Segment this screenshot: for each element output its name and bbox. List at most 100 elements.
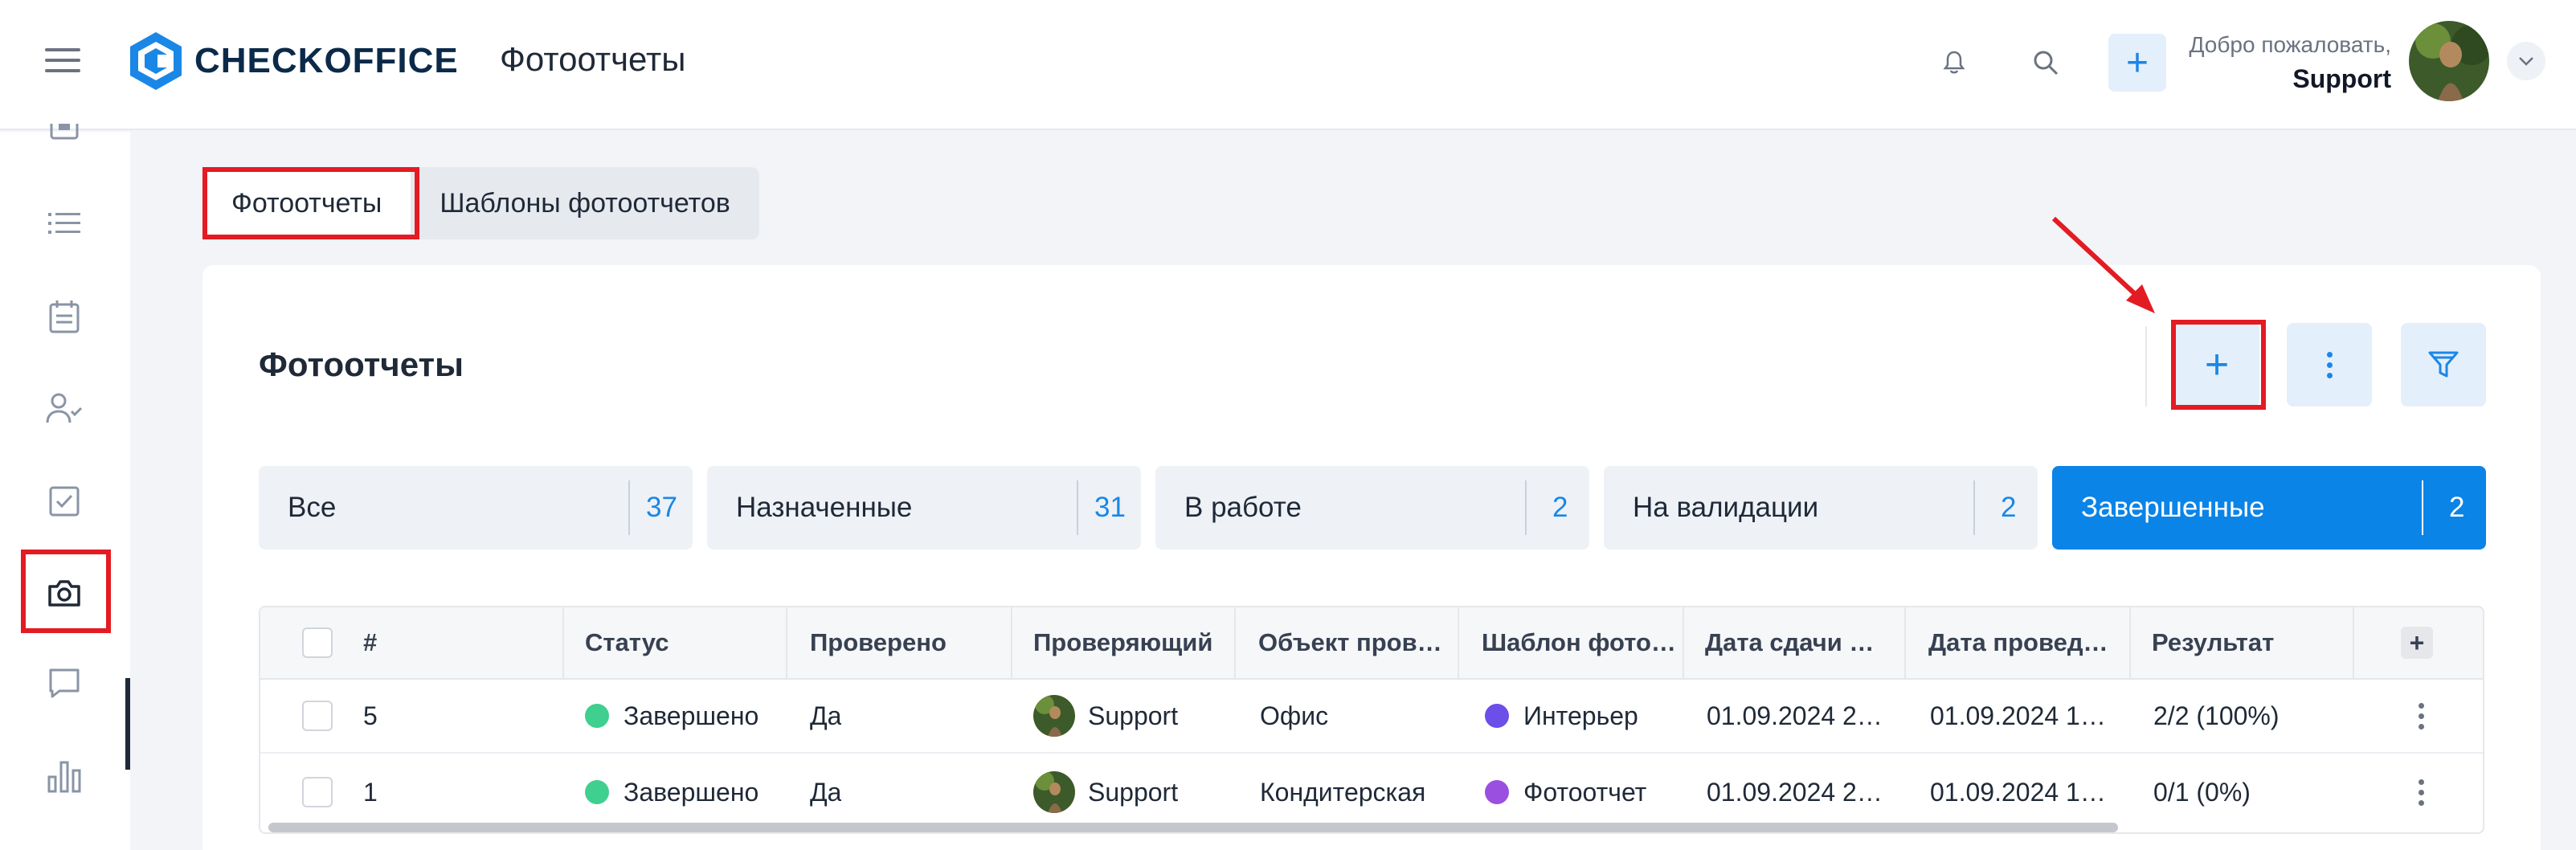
table-row[interactable]: 1 Завершено Да Support Кондитерская Фото… <box>260 755 2483 829</box>
bar-chart-icon[interactable] <box>32 744 96 808</box>
object-cell: Офис <box>1260 701 1329 730</box>
logo-icon <box>130 32 182 90</box>
checkbox-icon[interactable] <box>32 469 96 533</box>
column-result[interactable]: Результат <box>2152 607 2274 678</box>
status-dot <box>585 704 609 728</box>
segment-divider <box>1973 480 1975 535</box>
highlight-add <box>2171 320 2266 410</box>
segment-label: В работе <box>1184 492 1302 523</box>
status-cell: Завершено <box>585 680 758 752</box>
column-status[interactable]: Статус <box>585 607 669 678</box>
template-name: Фотоотчет <box>1523 777 1647 807</box>
template-name: Интерьер <box>1523 701 1638 730</box>
row-checkbox[interactable] <box>302 755 333 829</box>
row-number: 5 <box>363 701 378 730</box>
more-options-button[interactable] <box>2287 323 2372 407</box>
segment-count: 31 <box>1094 492 1126 523</box>
segment-all[interactable]: Все 37 <box>259 466 693 550</box>
chat-icon[interactable] <box>32 651 96 715</box>
result-cell: 2/2 (100%) <box>2153 701 2280 730</box>
object-cell: Кондитерская <box>1260 777 1426 807</box>
list-icon[interactable] <box>32 191 96 255</box>
inspector-name: Support <box>1088 777 1179 807</box>
reports-table: # Статус Проверено Проверяющий Объект пр… <box>259 606 2484 834</box>
column-divider <box>1683 607 1684 678</box>
column-divider <box>1234 607 1236 678</box>
inspector-name: Support <box>1088 701 1179 730</box>
segment-count: 2 <box>2001 492 2017 523</box>
conducted-cell: 01.09.2024 1… <box>1930 701 2106 730</box>
segment-count: 37 <box>646 492 677 523</box>
tab-templates[interactable]: Шаблоны фотоотчетов <box>411 167 758 239</box>
calendar-icon[interactable] <box>32 284 96 349</box>
status-dot <box>585 780 609 804</box>
document-icon[interactable] <box>32 116 96 148</box>
row-checkbox[interactable] <box>302 680 333 752</box>
chevron-down-icon[interactable] <box>2507 42 2545 80</box>
table-row[interactable]: 5 Завершено Да Support Офис Интерьер 01.… <box>260 680 2483 754</box>
filter-icon <box>2428 351 2459 378</box>
template-cell: Интерьер <box>1485 680 1638 752</box>
column-conducted[interactable]: Дата провед… <box>1928 607 2108 678</box>
sidebar <box>0 124 130 850</box>
filter-button[interactable] <box>2401 323 2486 407</box>
segment-count: 2 <box>2449 492 2465 523</box>
toolbar-divider <box>2145 326 2147 407</box>
template-dot <box>1485 780 1509 804</box>
row-number: 1 <box>363 777 378 807</box>
status-cell: Завершено <box>585 755 758 829</box>
panel-title: Фотоотчеты <box>259 345 464 383</box>
column-checked[interactable]: Проверено <box>810 607 947 678</box>
checked-cell: Да <box>810 777 842 807</box>
menu-icon[interactable] <box>45 48 80 76</box>
table-header: # Статус Проверено Проверяющий Объект пр… <box>260 607 2483 680</box>
segment-validation[interactable]: На валидации 2 <box>1604 466 2038 550</box>
sidebar-active-indicator <box>125 678 130 770</box>
checked-cell: Да <box>810 701 842 730</box>
segment-divider <box>2422 480 2423 535</box>
segment-divider <box>1525 480 1527 535</box>
column-divider <box>1904 607 1906 678</box>
column-object[interactable]: Объект пров… <box>1258 607 1442 678</box>
column-inspector[interactable]: Проверяющий <box>1033 607 1212 678</box>
column-divider <box>562 607 564 678</box>
segment-in-progress[interactable]: В работе 2 <box>1155 466 1589 550</box>
column-template[interactable]: Шаблон фото… <box>1482 607 1676 678</box>
row-actions-button[interactable] <box>2419 680 2424 752</box>
segment-label: Назначенные <box>736 492 913 523</box>
status-text: Завершено <box>624 777 759 807</box>
conducted-cell: 01.09.2024 1… <box>1930 777 2106 807</box>
segment-divider <box>1077 480 1078 535</box>
segment-assigned[interactable]: Назначенные 31 <box>707 466 1141 550</box>
inspector-cell: Support <box>1033 680 1178 752</box>
column-submitted[interactable]: Дата сдачи … <box>1705 607 1874 678</box>
bell-icon[interactable] <box>1932 40 1977 85</box>
add-column-button[interactable]: + <box>2401 607 2433 678</box>
column-divider <box>1011 607 1012 678</box>
user-check-icon[interactable] <box>32 376 96 440</box>
reports-panel: Фотоотчеты + Все 37 Назначенные 31 В раб… <box>202 265 2541 850</box>
segment-completed[interactable]: Завершенные 2 <box>2052 466 2486 550</box>
avatar[interactable] <box>2409 21 2489 101</box>
column-divider <box>786 607 787 678</box>
top-header: CHECKOFFICE Фотоотчеты + Добро пожаловат… <box>0 0 2576 130</box>
row-actions-button[interactable] <box>2419 755 2424 829</box>
column-divider <box>2353 607 2354 678</box>
submitted-cell: 01.09.2024 2… <box>1707 777 1883 807</box>
kebab-icon <box>2419 778 2424 806</box>
select-all-checkbox[interactable] <box>302 607 333 678</box>
segment-label: Завершенные <box>2081 492 2265 523</box>
segment-label: Все <box>288 492 337 523</box>
highlight-camera <box>21 550 111 633</box>
column-number[interactable]: # <box>363 607 377 678</box>
brand-logo[interactable]: CHECKOFFICE <box>129 31 459 92</box>
header-add-button[interactable]: + <box>2108 34 2166 92</box>
kebab-icon <box>2326 351 2333 378</box>
welcome-text: Добро пожаловать, <box>2189 32 2391 57</box>
horizontal-scrollbar[interactable] <box>268 823 2118 832</box>
search-icon[interactable] <box>2023 40 2068 85</box>
result-cell: 0/1 (0%) <box>2153 777 2251 807</box>
plus-icon: + <box>2401 627 2433 659</box>
kebab-icon <box>2419 702 2424 729</box>
segment-label: На валидации <box>1633 492 1819 523</box>
